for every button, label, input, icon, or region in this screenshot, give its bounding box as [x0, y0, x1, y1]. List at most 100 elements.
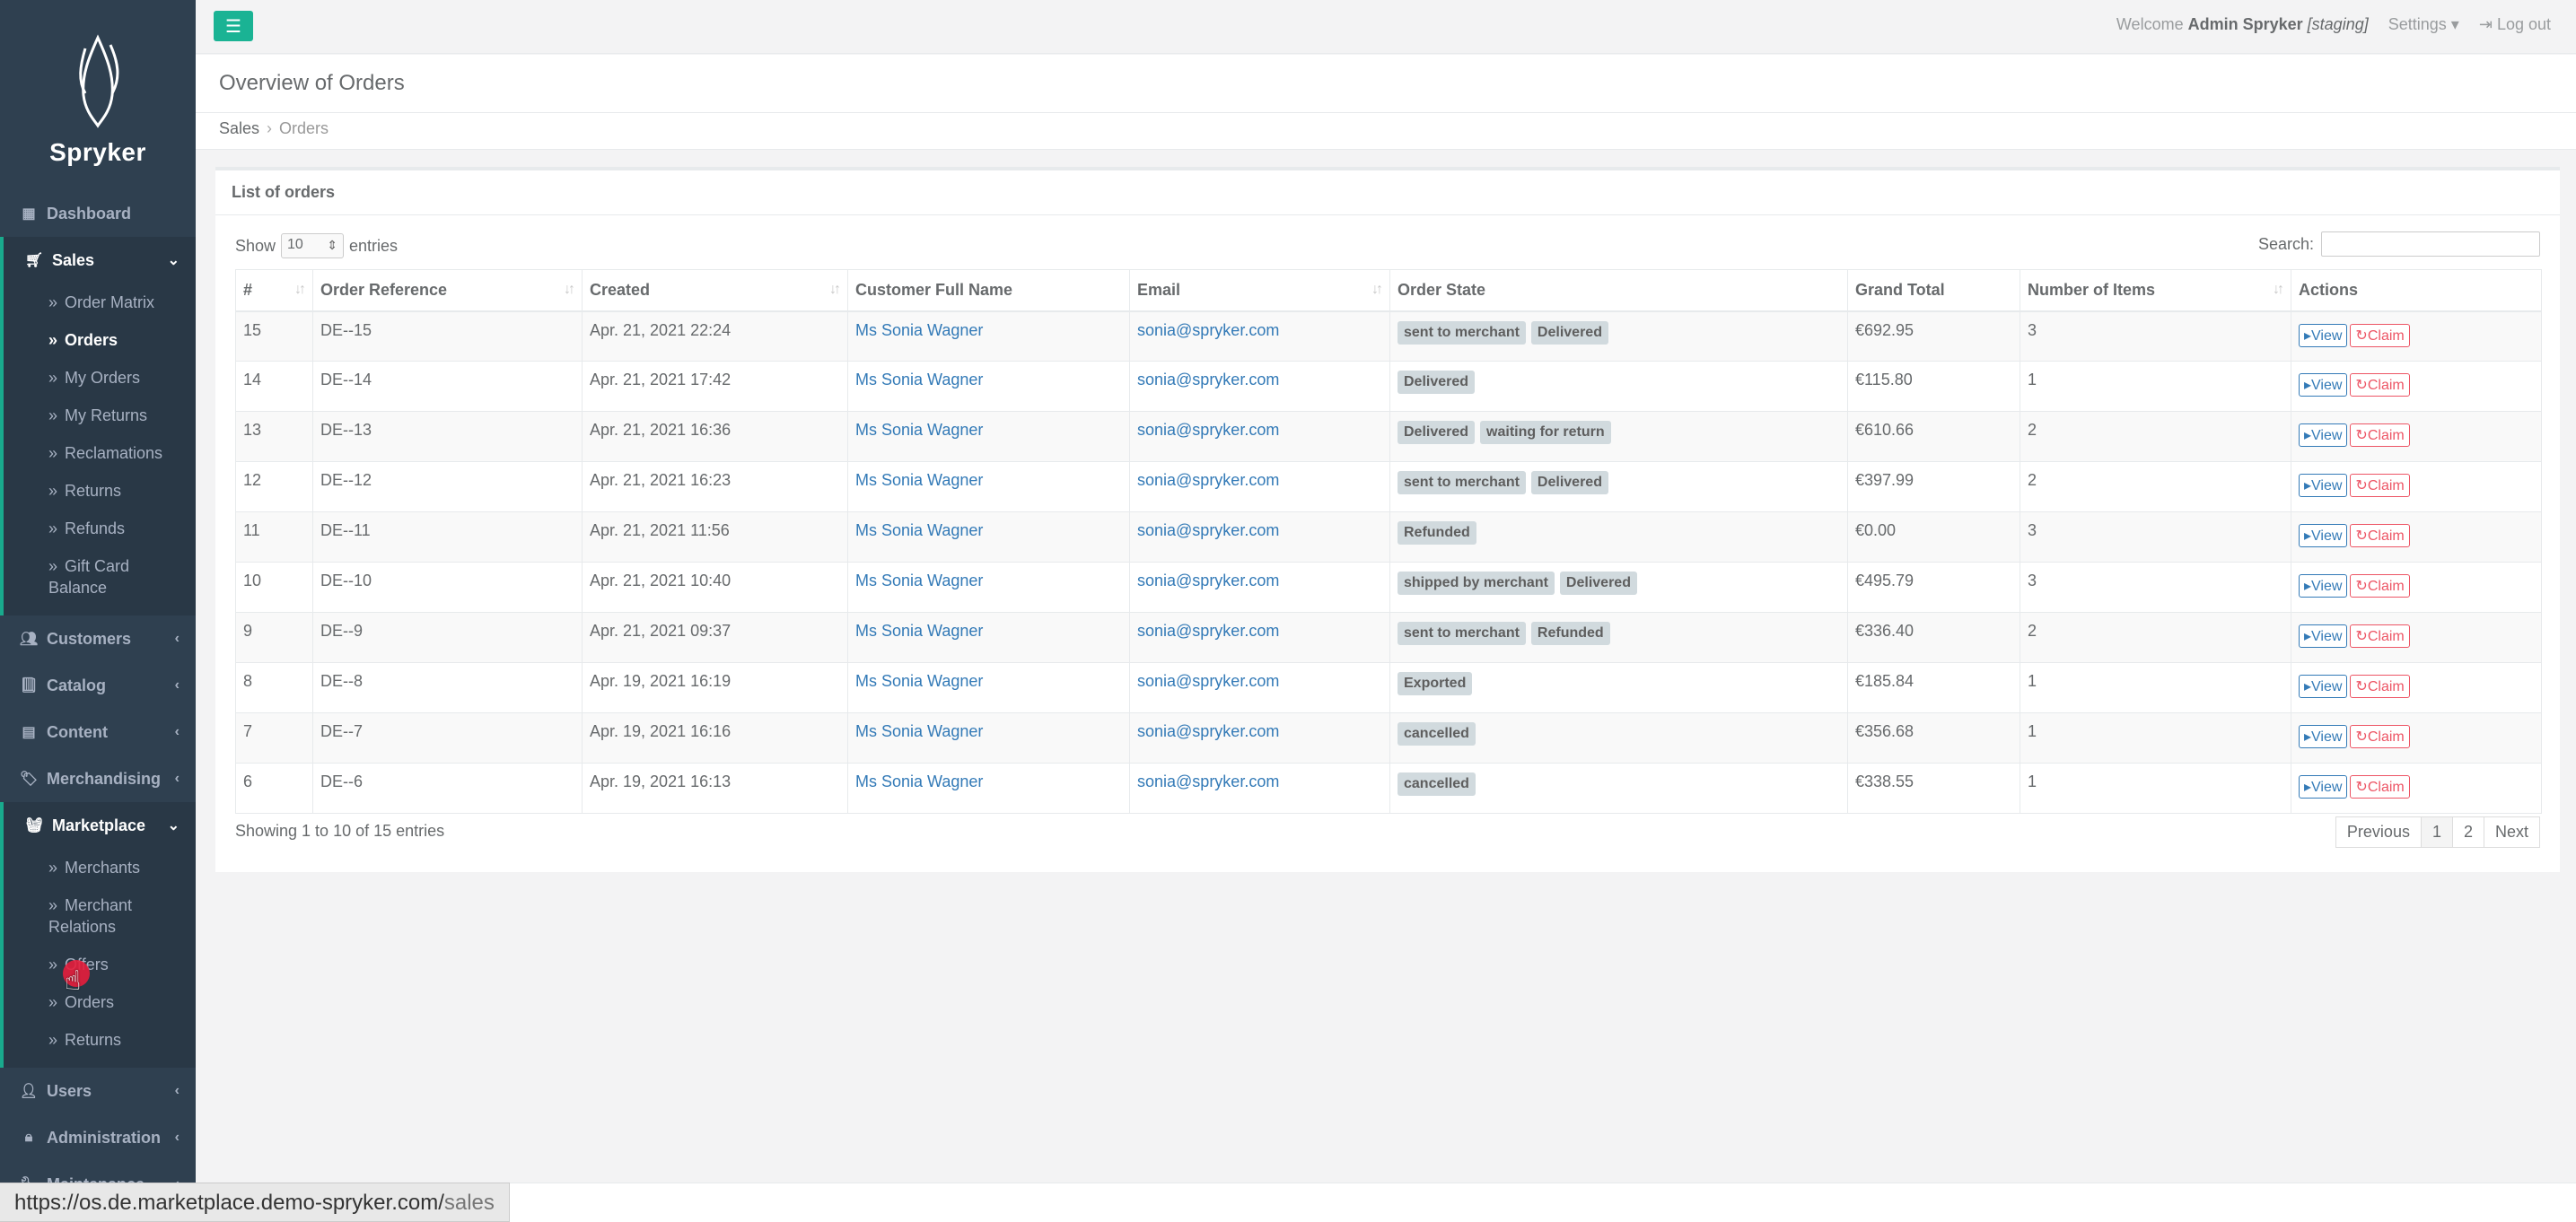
view-button[interactable]: ▸View: [2299, 574, 2348, 598]
subnav-returns[interactable]: Returns: [4, 472, 196, 510]
claim-button[interactable]: ↻Claim: [2350, 373, 2410, 397]
customer-link[interactable]: Ms Sonia Wagner: [855, 672, 983, 690]
cell-id: 13: [235, 411, 313, 462]
customer-link[interactable]: Ms Sonia Wagner: [855, 521, 983, 539]
subnav-gift-card-balance[interactable]: Gift Card Balance: [4, 547, 196, 607]
cell-order-state: sent to merchant Delivered: [1389, 310, 1848, 362]
subnav-marketplace-returns[interactable]: Returns: [4, 1021, 196, 1059]
cell-actions: ▸View ↻Claim: [2291, 612, 2542, 663]
column-header-number-of-items[interactable]: Number of Items ↓↑: [2020, 269, 2291, 312]
order-state-badge: sent to merchant: [1398, 622, 1526, 645]
claim-button[interactable]: ↻Claim: [2350, 675, 2410, 698]
side-nav: ▦ Dashboard 🛒︎ Sales ⌄ Order Matrix Orders …: [0, 190, 196, 1208]
email-link[interactable]: sonia@spryker.com: [1137, 471, 1279, 489]
claim-label: Claim: [2367, 327, 2405, 344]
view-button[interactable]: ▸View: [2299, 323, 2348, 347]
column-header-id[interactable]: # ↓↑: [235, 269, 313, 312]
email-link[interactable]: sonia@spryker.com: [1137, 672, 1279, 690]
chevron-left-icon: ‹: [174, 1083, 180, 1098]
pagination-page-2[interactable]: 2: [2451, 816, 2484, 848]
logo[interactable]: Spryker: [0, 0, 196, 190]
pagination-page-1[interactable]: 1: [2420, 816, 2453, 848]
subnav-orders[interactable]: Orders: [4, 321, 196, 359]
cell-actions: ▸View ↻Claim: [2291, 511, 2542, 563]
view-button[interactable]: ▸View: [2299, 675, 2348, 698]
view-button[interactable]: ▸View: [2299, 474, 2348, 497]
customer-link[interactable]: Ms Sonia Wagner: [855, 572, 983, 589]
claim-button[interactable]: ↻Claim: [2350, 725, 2410, 748]
customer-link[interactable]: Ms Sonia Wagner: [855, 471, 983, 489]
claim-button[interactable]: ↻Claim: [2350, 323, 2410, 347]
welcome-prefix: Welcome: [2116, 15, 2184, 33]
order-state-badge: Delivered: [1530, 320, 1608, 345]
cell-email: sonia@spryker.com: [1129, 361, 1390, 412]
sidebar-item-label: Marketplace: [52, 816, 146, 834]
sidebar-item-merchandising[interactable]: 🏷︎ Merchandising ‹: [0, 755, 196, 802]
view-button[interactable]: ▸View: [2299, 423, 2348, 447]
column-header-order-reference[interactable]: Order Reference ↓↑: [312, 269, 583, 312]
sidebar-item-customers[interactable]: 👥︎ Customers ‹: [0, 615, 196, 662]
claim-label: Claim: [2367, 629, 2405, 644]
subnav-my-orders[interactable]: My Orders: [4, 359, 196, 397]
sidebar-item-marketplace[interactable]: 🧺︎ Marketplace ⌄ Merchants Merchant Relati…: [0, 802, 196, 1068]
email-link[interactable]: sonia@spryker.com: [1137, 722, 1279, 740]
subnav-merchants[interactable]: Merchants: [4, 849, 196, 886]
welcome-text: Welcome Admin Spryker [staging]: [2116, 15, 2369, 34]
email-link[interactable]: sonia@spryker.com: [1137, 622, 1279, 640]
claim-button[interactable]: ↻Claim: [2350, 423, 2410, 447]
view-button[interactable]: ▸View: [2299, 624, 2348, 648]
sidebar-item-administration[interactable]: 🔒︎ Administration ‹: [0, 1114, 196, 1161]
order-state-badge: Refunded: [1398, 521, 1476, 545]
email-link[interactable]: sonia@spryker.com: [1137, 572, 1279, 589]
cart-icon: 🛒︎: [24, 253, 44, 268]
email-link[interactable]: sonia@spryker.com: [1137, 421, 1279, 439]
search-input[interactable]: [2321, 231, 2540, 257]
email-link[interactable]: sonia@spryker.com: [1137, 371, 1279, 388]
subnav-my-returns[interactable]: My Returns: [4, 397, 196, 434]
subnav-order-matrix[interactable]: Order Matrix: [4, 284, 196, 321]
cell-number-of-items: 1: [2020, 361, 2291, 412]
settings-dropdown[interactable]: Settings ▾: [2388, 15, 2459, 34]
subnav-refunds[interactable]: Refunds: [4, 510, 196, 547]
subnav-reclamations[interactable]: Reclamations: [4, 434, 196, 472]
pagination-previous[interactable]: Previous: [2335, 816, 2422, 848]
view-button[interactable]: ▸View: [2299, 725, 2348, 748]
entries-select[interactable]: 10: [281, 233, 345, 258]
customer-link[interactable]: Ms Sonia Wagner: [855, 421, 983, 439]
view-button[interactable]: ▸View: [2299, 775, 2348, 799]
sidebar-item-catalog[interactable]: 📕︎ Catalog ‹: [0, 662, 196, 709]
status-bar-url: https://os.de.marketplace.demo-spryker.c…: [0, 1183, 510, 1222]
customer-link[interactable]: Ms Sonia Wagner: [855, 371, 983, 388]
sidebar-item-sales[interactable]: 🛒︎ Sales ⌄ Order Matrix Orders My Orders M…: [0, 237, 196, 615]
column-header-created[interactable]: Created ↓↑: [582, 269, 848, 312]
customer-link[interactable]: Ms Sonia Wagner: [855, 622, 983, 640]
claim-button[interactable]: ↻Claim: [2350, 624, 2410, 648]
sidebar-item-users[interactable]: 👤︎ Users ‹: [0, 1068, 196, 1114]
email-link[interactable]: sonia@spryker.com: [1137, 772, 1279, 790]
view-button[interactable]: ▸View: [2299, 373, 2348, 397]
pagination-next[interactable]: Next: [2483, 816, 2540, 848]
subnav-offers[interactable]: Offers: [4, 946, 196, 983]
customer-link[interactable]: Ms Sonia Wagner: [855, 772, 983, 790]
sidebar-item-content[interactable]: ▤ Content ‹: [0, 709, 196, 755]
view-button[interactable]: ▸View: [2299, 524, 2348, 547]
claim-label: Claim: [2367, 528, 2405, 544]
cell-order-state: sent to merchant Refunded: [1389, 612, 1848, 663]
claim-button[interactable]: ↻Claim: [2350, 574, 2410, 598]
sidebar-item-dashboard[interactable]: ▦ Dashboard: [0, 190, 196, 237]
breadcrumb-sales[interactable]: Sales: [219, 119, 259, 137]
logout-link[interactable]: ⇥ Log out: [2479, 15, 2551, 34]
menu-toggle-button[interactable]: ☰: [214, 11, 253, 41]
customer-link[interactable]: Ms Sonia Wagner: [855, 722, 983, 740]
column-header-email[interactable]: Email ↓↑: [1129, 269, 1390, 312]
claim-button[interactable]: ↻Claim: [2350, 524, 2410, 547]
cell-grand-total: €356.68: [1847, 712, 2020, 764]
email-link[interactable]: sonia@spryker.com: [1137, 321, 1279, 339]
subnav-marketplace-orders[interactable]: Orders: [4, 983, 196, 1021]
column-header-customer: Customer Full Name: [847, 269, 1130, 312]
claim-button[interactable]: ↻Claim: [2350, 474, 2410, 497]
claim-button[interactable]: ↻Claim: [2350, 775, 2410, 799]
customer-link[interactable]: Ms Sonia Wagner: [855, 321, 983, 339]
subnav-merchant-relations[interactable]: Merchant Relations: [4, 886, 196, 946]
email-link[interactable]: sonia@spryker.com: [1137, 521, 1279, 539]
